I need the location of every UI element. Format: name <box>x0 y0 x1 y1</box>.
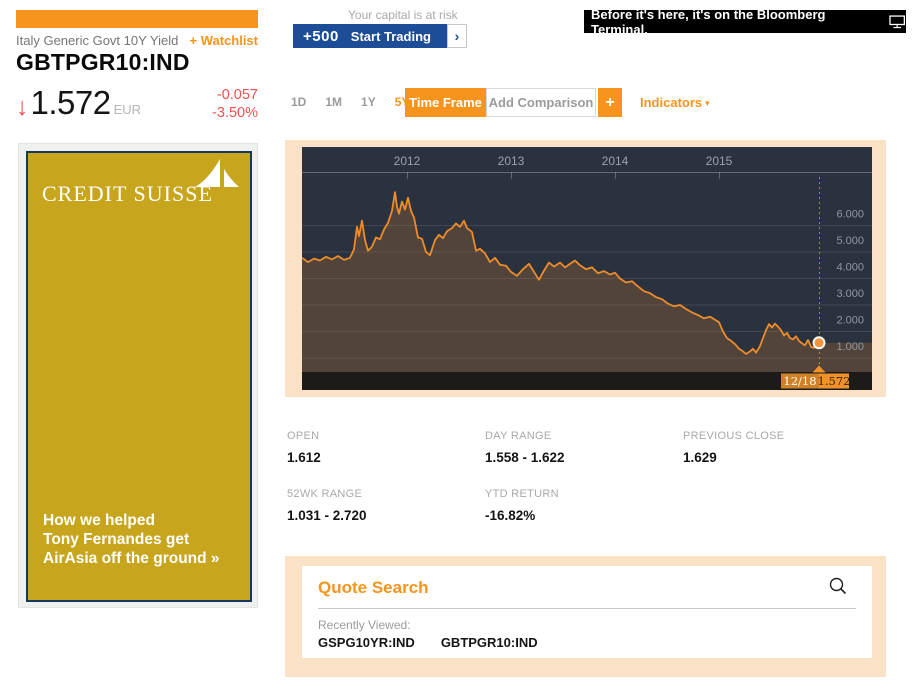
add-comparison-input[interactable]: Add Comparison <box>486 88 596 117</box>
ad-container: CREDIT SUISSE How we helped Tony Fernand… <box>18 143 258 608</box>
terminal-banner[interactable]: Before it's here, it's on the Bloomberg … <box>584 7 906 37</box>
recently-viewed-label: Recently Viewed: <box>318 618 411 632</box>
add-comparison-plus-button[interactable]: + <box>598 88 622 117</box>
divider <box>318 608 856 609</box>
search-icon[interactable] <box>828 576 848 601</box>
price-chart[interactable]: 2012 2013 2014 2015 6.000 5.000 4.000 3.000 2.00… <box>285 140 886 397</box>
terminal-monitor-icon <box>889 14 906 28</box>
change-absolute: -0.057 <box>216 87 258 103</box>
category-accent-bar <box>16 10 258 28</box>
ad-copy-line: AirAsia off the ground » <box>43 550 220 567</box>
stat-label: DAY RANGE <box>485 430 552 442</box>
terminal-banner-text: Before it's here, it's on the Bloomberg … <box>591 6 826 37</box>
indicators-dropdown[interactable]: Indicators ▾ <box>640 95 710 110</box>
ad-copy-line: Tony Fernandes get <box>43 531 190 548</box>
security-name-row: Italy Generic Govt 10Y Yield + Watchlist <box>16 33 258 48</box>
quote-search-box: Quote Search Recently Viewed: GSPG10YR:I… <box>302 566 872 658</box>
stat-value: 1.558 - 1.622 <box>485 450 565 465</box>
stat-ytd-return: YTD RETURN -16.82% <box>485 488 683 523</box>
ticker-symbol: GBTPGR10:IND <box>16 49 190 75</box>
svg-text:3.000: 3.000 <box>836 288 864 300</box>
svg-text:2013: 2013 <box>498 154 525 168</box>
security-name: Italy Generic Govt 10Y Yield <box>16 33 179 48</box>
credit-suisse-ad[interactable]: CREDIT SUISSE How we helped Tony Fernand… <box>26 151 252 602</box>
last-price: 1.572 <box>30 84 112 121</box>
bloomberg-quote-page: Italy Generic Govt 10Y Yield + Watchlist… <box>0 0 912 692</box>
down-arrow-icon: ↓ <box>16 93 29 121</box>
risk-disclaimer: Your capital is at risk <box>348 8 458 22</box>
price-change: -0.057 -3.50% <box>212 84 258 122</box>
stat-label: 52WK RANGE <box>287 488 363 500</box>
quote-search-widget: Quote Search Recently Viewed: GSPG10YR:I… <box>285 556 886 677</box>
price-main: ↓ 1.572 EUR <box>16 84 141 122</box>
stat-value: -16.82% <box>485 508 536 523</box>
quote-search-title: Quote Search <box>318 578 429 597</box>
stat-label: PREVIOUS CLOSE <box>683 430 785 442</box>
svg-text:1.572: 1.572 <box>818 374 851 388</box>
ad-copy: How we helped Tony Fernandes get AirAsia… <box>43 511 220 568</box>
recently-viewed-list: GSPG10YR:IND GBTPGR10:IND <box>318 635 538 650</box>
range-1d[interactable]: 1D <box>291 95 306 109</box>
stat-value: 1.612 <box>287 450 321 465</box>
quote-stats: OPEN 1.612 DAY RANGE 1.558 - 1.622 PREVI… <box>287 430 886 523</box>
stat-52wk-range: 52WK RANGE 1.031 - 2.720 <box>287 488 485 523</box>
stat-label: YTD RETURN <box>485 488 559 500</box>
credit-suisse-sails-icon <box>194 157 240 196</box>
range-selector: 1D 1M 1Y 5Y <box>291 95 409 109</box>
add-to-watchlist-button[interactable]: + Watchlist <box>189 33 258 48</box>
plus500-start-trading-button[interactable]: +500 Start Trading <box>293 24 447 48</box>
svg-text:12/18: 12/18 <box>783 374 816 388</box>
currency-label: EUR <box>113 102 142 117</box>
stat-value: 1.031 - 2.720 <box>287 508 367 523</box>
svg-text:2015: 2015 <box>706 154 733 168</box>
svg-text:2012: 2012 <box>394 154 421 168</box>
range-1y[interactable]: 1Y <box>361 95 376 109</box>
ad-copy-line: How we helped <box>43 512 155 529</box>
plus500-logo: +500 <box>303 27 339 45</box>
stat-day-range: DAY RANGE 1.558 - 1.622 <box>485 430 683 465</box>
price-row: ↓ 1.572 EUR -0.057 -3.50% <box>16 84 258 122</box>
stat-open: OPEN 1.612 <box>287 430 485 465</box>
range-1m[interactable]: 1M <box>325 95 342 109</box>
time-frame-button[interactable]: Time Frame <box>405 88 486 117</box>
svg-text:4.000: 4.000 <box>836 262 864 274</box>
indicators-label: Indicators <box>640 95 703 110</box>
chevron-right-icon: › <box>454 28 460 44</box>
svg-text:2.000: 2.000 <box>836 315 864 327</box>
recent-ticker-link[interactable]: GSPG10YR:IND <box>318 635 415 650</box>
svg-text:5.000: 5.000 <box>836 235 864 247</box>
svg-text:6.000: 6.000 <box>836 209 864 221</box>
credit-suisse-wordmark: CREDIT SUISSE <box>42 181 213 206</box>
plus500-chevron-button[interactable]: › <box>447 24 467 48</box>
svg-text:1.000: 1.000 <box>836 341 864 353</box>
svg-text:2014: 2014 <box>602 154 629 168</box>
start-trading-label: Start Trading <box>350 28 431 44</box>
recent-ticker-link[interactable]: GBTPGR10:IND <box>441 635 538 650</box>
chevron-down-icon: ▾ <box>705 98 710 108</box>
yield-chart-svg: 2012 2013 2014 2015 6.000 5.000 4.000 3.000 2.00… <box>302 147 872 390</box>
change-percent: -3.50% <box>212 105 258 121</box>
stat-value: 1.629 <box>683 450 717 465</box>
stat-previous-close: PREVIOUS CLOSE 1.629 <box>683 430 881 465</box>
stat-label: OPEN <box>287 430 320 442</box>
